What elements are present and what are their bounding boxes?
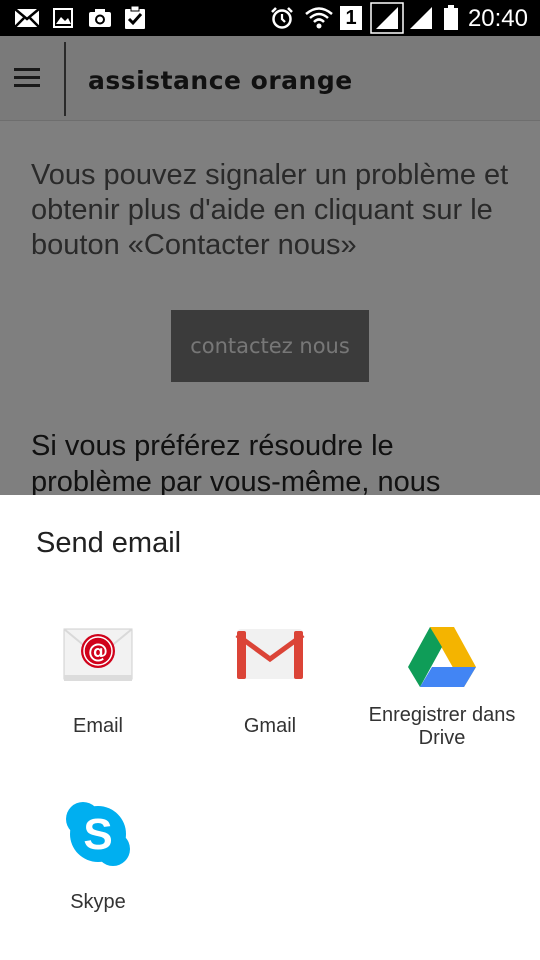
- email-app-icon: @: [62, 625, 134, 689]
- share-target-skype[interactable]: S Skype: [8, 793, 188, 960]
- share-target-gmail[interactable]: Gmail: [180, 615, 360, 785]
- share-target-drive[interactable]: Enregistrer dans Drive: [352, 615, 532, 785]
- sheet-title: Send email: [36, 527, 182, 559]
- status-bar: 1 20:40: [0, 0, 540, 36]
- skype-icon: S: [62, 799, 134, 866]
- signal-icon: [408, 6, 434, 30]
- svg-text:@: @: [88, 639, 108, 663]
- share-sheet: Send email @ Email Gmail Enregistrer dan…: [0, 495, 540, 960]
- gmail-icon: [234, 627, 306, 691]
- share-target-label: Gmail: [243, 715, 297, 737]
- share-target-label: Enregistrer dans Drive: [368, 704, 516, 749]
- share-target-label: Email: [72, 715, 123, 737]
- signal-icon: [370, 2, 404, 34]
- mail-icon: [14, 6, 40, 30]
- status-time: 20:40: [467, 5, 528, 32]
- camera-icon: [88, 6, 112, 30]
- image-icon: [52, 6, 74, 30]
- sim-label: 1: [340, 6, 362, 30]
- svg-text:S: S: [83, 810, 112, 859]
- wifi-icon: [304, 6, 334, 30]
- battery-icon: [442, 5, 460, 30]
- share-target-label: Skype: [70, 891, 126, 913]
- clipboard-check-icon: [124, 6, 146, 30]
- sim-icon: 1: [340, 6, 362, 30]
- google-drive-icon: [406, 625, 478, 689]
- alarm-icon: [270, 6, 294, 30]
- share-target-email[interactable]: @ Email: [8, 615, 188, 785]
